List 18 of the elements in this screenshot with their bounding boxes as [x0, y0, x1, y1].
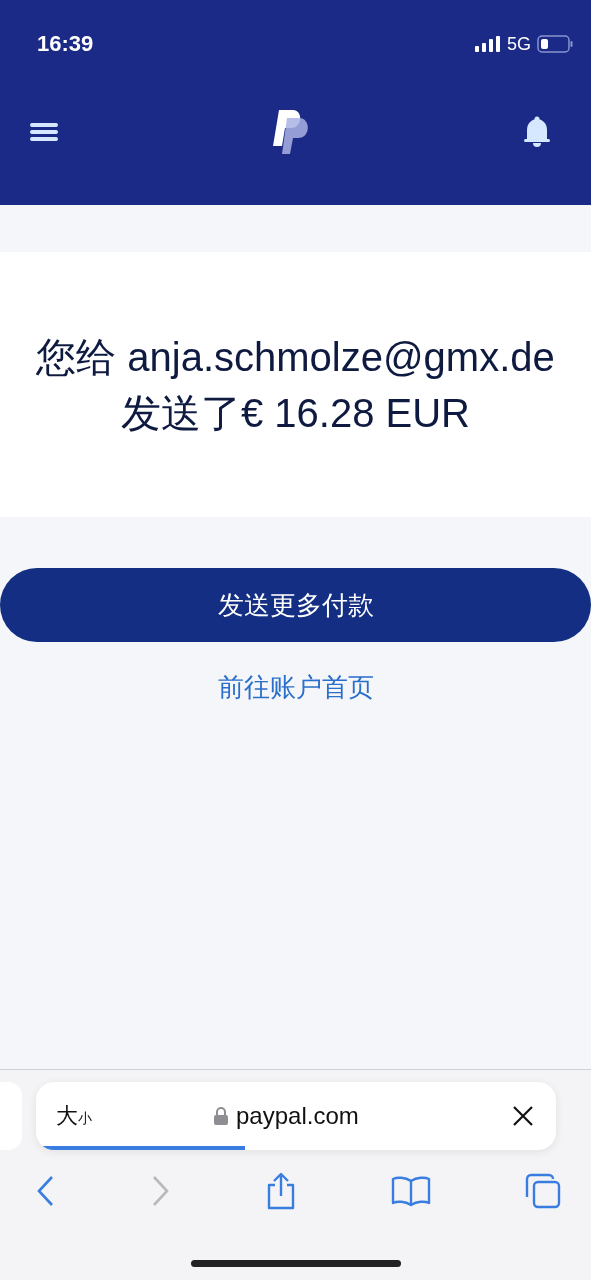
battery-icon [537, 35, 573, 53]
send-more-button[interactable]: 发送更多付款 [0, 568, 591, 642]
tabs-icon[interactable] [525, 1173, 561, 1209]
back-icon[interactable] [36, 1175, 56, 1207]
close-icon[interactable] [512, 1105, 534, 1127]
menu-icon[interactable] [29, 121, 59, 143]
confirmation-message: 您给 anja.schmolze@gmx.de发送了€ 16.28 EUR [35, 333, 556, 437]
book-icon[interactable] [390, 1175, 431, 1207]
url-text: paypal.com [236, 1102, 359, 1130]
logo-icon [271, 108, 311, 156]
account-home-link[interactable]: 前往账户首页 [217, 670, 374, 705]
signal-icon [475, 36, 501, 52]
address-bar[interactable]: 大小 paypal.com [36, 1082, 556, 1150]
status-time: 16:39 [37, 31, 94, 57]
lock-icon [214, 1107, 228, 1125]
notification-bell-icon[interactable] [523, 116, 551, 148]
network-label: 5G [507, 33, 531, 55]
text-size-button[interactable]: 大小 [56, 1101, 176, 1131]
